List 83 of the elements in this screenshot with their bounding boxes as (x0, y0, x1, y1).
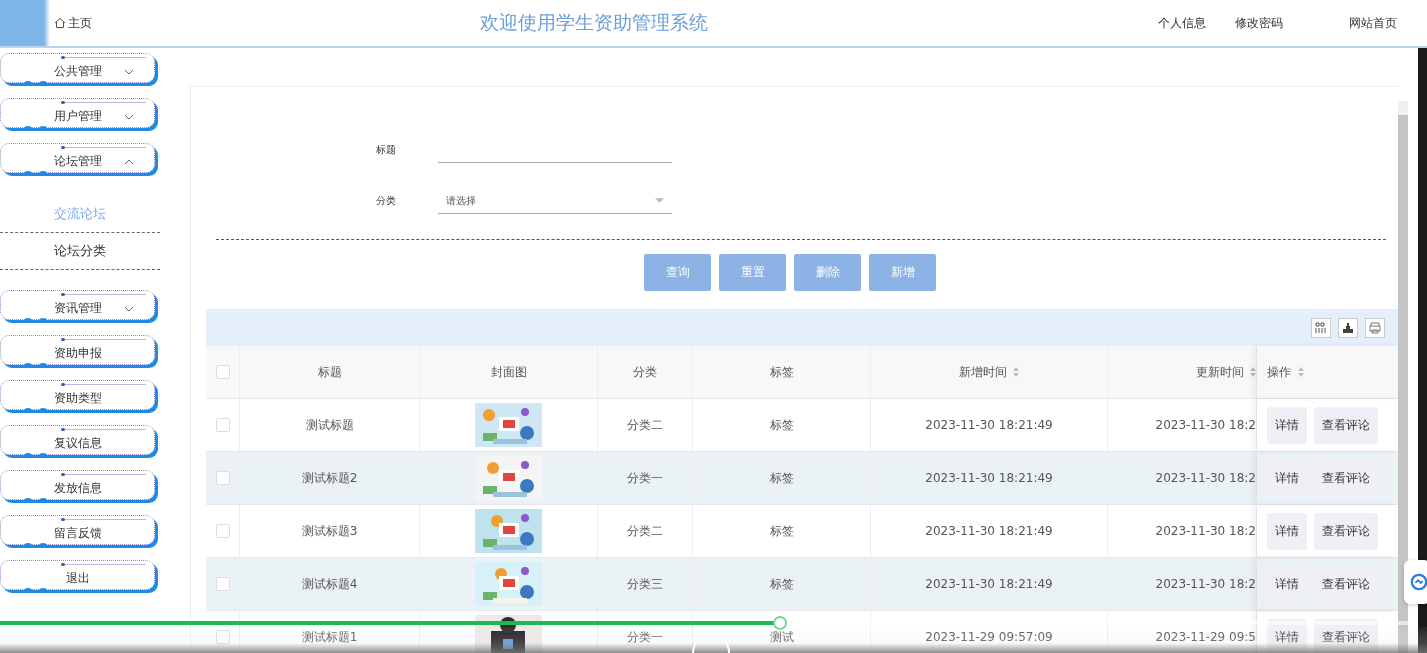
field-label: 标题 (375, 143, 397, 157)
row-checkbox[interactable] (215, 577, 230, 591)
column-header: 标题 (317, 363, 342, 381)
house-icon (54, 17, 66, 29)
caret-icon (124, 159, 134, 165)
column-header: 更新时间 (1196, 363, 1244, 381)
table-cell: 分类三 (627, 575, 663, 593)
menu-button[interactable]: 公共管理 (0, 53, 155, 83)
table-cell: 2023-11-30 18:21:49 (925, 577, 1053, 591)
table-cell: 2023-11-29 09:57:09 (925, 630, 1053, 644)
header-link[interactable]: 网站首页 (1349, 14, 1397, 32)
row-action-button[interactable]: 查看评论 (1314, 406, 1378, 444)
column-header: 操作 (1267, 363, 1291, 381)
table-cell: 标签 (769, 469, 794, 487)
table-cell: 标签 (769, 416, 794, 434)
table-cell: 2023-11-30 18:21:49 (925, 418, 1053, 432)
column-header: 封面图 (490, 363, 527, 381)
caret-icon (124, 306, 134, 312)
menu-button[interactable]: 发放信息 (0, 470, 155, 500)
row-action-button[interactable]: 详情 (1267, 406, 1307, 444)
row-checkbox[interactable] (215, 524, 230, 538)
menu-button[interactable]: 论坛管理 (0, 143, 155, 173)
menu-button[interactable]: 资助类型 (0, 380, 155, 410)
play-button-icon[interactable] (691, 641, 731, 653)
table-cell: 2023-11-30 18:21:49 (925, 524, 1053, 538)
column-header: 新增时间 (959, 363, 1007, 381)
table-cell: 测试标题4 (301, 575, 358, 593)
row-action-button[interactable]: 详情 (1267, 618, 1307, 653)
print-icon[interactable] (1365, 317, 1385, 338)
table-cell: 分类二 (627, 522, 663, 540)
category-select[interactable]: 请选择 (438, 188, 672, 214)
table-cell: 2023-11-30 18:2 (1155, 577, 1256, 591)
table-cell: 2023-11-30 18:2 (1155, 524, 1256, 538)
table-cell: 测试 (769, 628, 794, 646)
select-all-checkbox[interactable] (215, 365, 230, 379)
menu-button[interactable]: 用户管理 (0, 98, 155, 128)
table-cell: 测试标题3 (301, 522, 358, 540)
caret-icon (124, 69, 134, 75)
table-cell: 2023-11-29 09:5 (1155, 630, 1256, 644)
table-cell: 分类一 (627, 628, 663, 646)
row-checkbox[interactable] (215, 630, 230, 644)
menu-button[interactable]: 资讯管理 (0, 290, 155, 320)
row-checkbox[interactable] (215, 471, 230, 485)
scrollbar[interactable] (1398, 101, 1408, 653)
table-cell: 标签 (769, 522, 794, 540)
field-label: 分类 (375, 194, 397, 208)
table-cell: 分类二 (627, 416, 663, 434)
row-action-button[interactable]: 查看评论 (1314, 618, 1378, 653)
row-checkbox[interactable] (215, 418, 230, 432)
sort-icon[interactable] (1298, 367, 1304, 377)
column-header: 标签 (769, 363, 794, 381)
header-link[interactable]: 个人信息 (1158, 14, 1206, 32)
export-icon[interactable] (1338, 317, 1358, 338)
caret-icon (124, 114, 134, 120)
column-header: 分类 (633, 363, 657, 381)
table-cell: 2023-11-30 18:21:49 (925, 471, 1053, 485)
table-cell: 测试标题2 (301, 469, 358, 487)
dropdown-caret-icon (655, 198, 664, 203)
table-cell: 分类一 (627, 469, 663, 487)
sort-icon[interactable] (1013, 367, 1019, 377)
row-action-button[interactable]: 详情 (1267, 512, 1307, 550)
row-action-button[interactable]: 详情 (1267, 565, 1307, 603)
progress-thumb[interactable] (772, 616, 787, 630)
row-action-button[interactable]: 查看评论 (1314, 459, 1378, 497)
table-cell: 测试标题1 (301, 628, 358, 646)
menu-button[interactable]: 资助申报 (0, 335, 155, 365)
assistant-icon (1410, 573, 1427, 591)
table-cell: 测试标题 (305, 416, 354, 434)
row-action-button[interactable]: 查看评论 (1314, 512, 1378, 550)
page-title: 欢迎使用学生资助管理系统 (478, 10, 709, 35)
submenu-item[interactable]: 论坛分类 (0, 233, 160, 270)
row-action-button[interactable]: 查看评论 (1314, 565, 1378, 603)
menu-button[interactable]: 退出 (0, 560, 155, 590)
table-cell: 2023-11-30 18:2 (1155, 471, 1256, 485)
sort-icon[interactable] (1250, 367, 1256, 377)
table-cell: 2023-11-30 18:2 (1155, 418, 1256, 432)
table-cell: 标签 (769, 575, 794, 593)
menu-button[interactable]: 留言反馈 (0, 515, 155, 545)
assistant-widget[interactable] (1404, 560, 1427, 604)
menu-button[interactable]: 复议信息 (0, 425, 155, 455)
columns-icon[interactable] (1311, 317, 1331, 338)
row-action-button[interactable]: 详情 (1267, 459, 1307, 497)
header-link[interactable]: 修改密码 (1235, 14, 1283, 32)
